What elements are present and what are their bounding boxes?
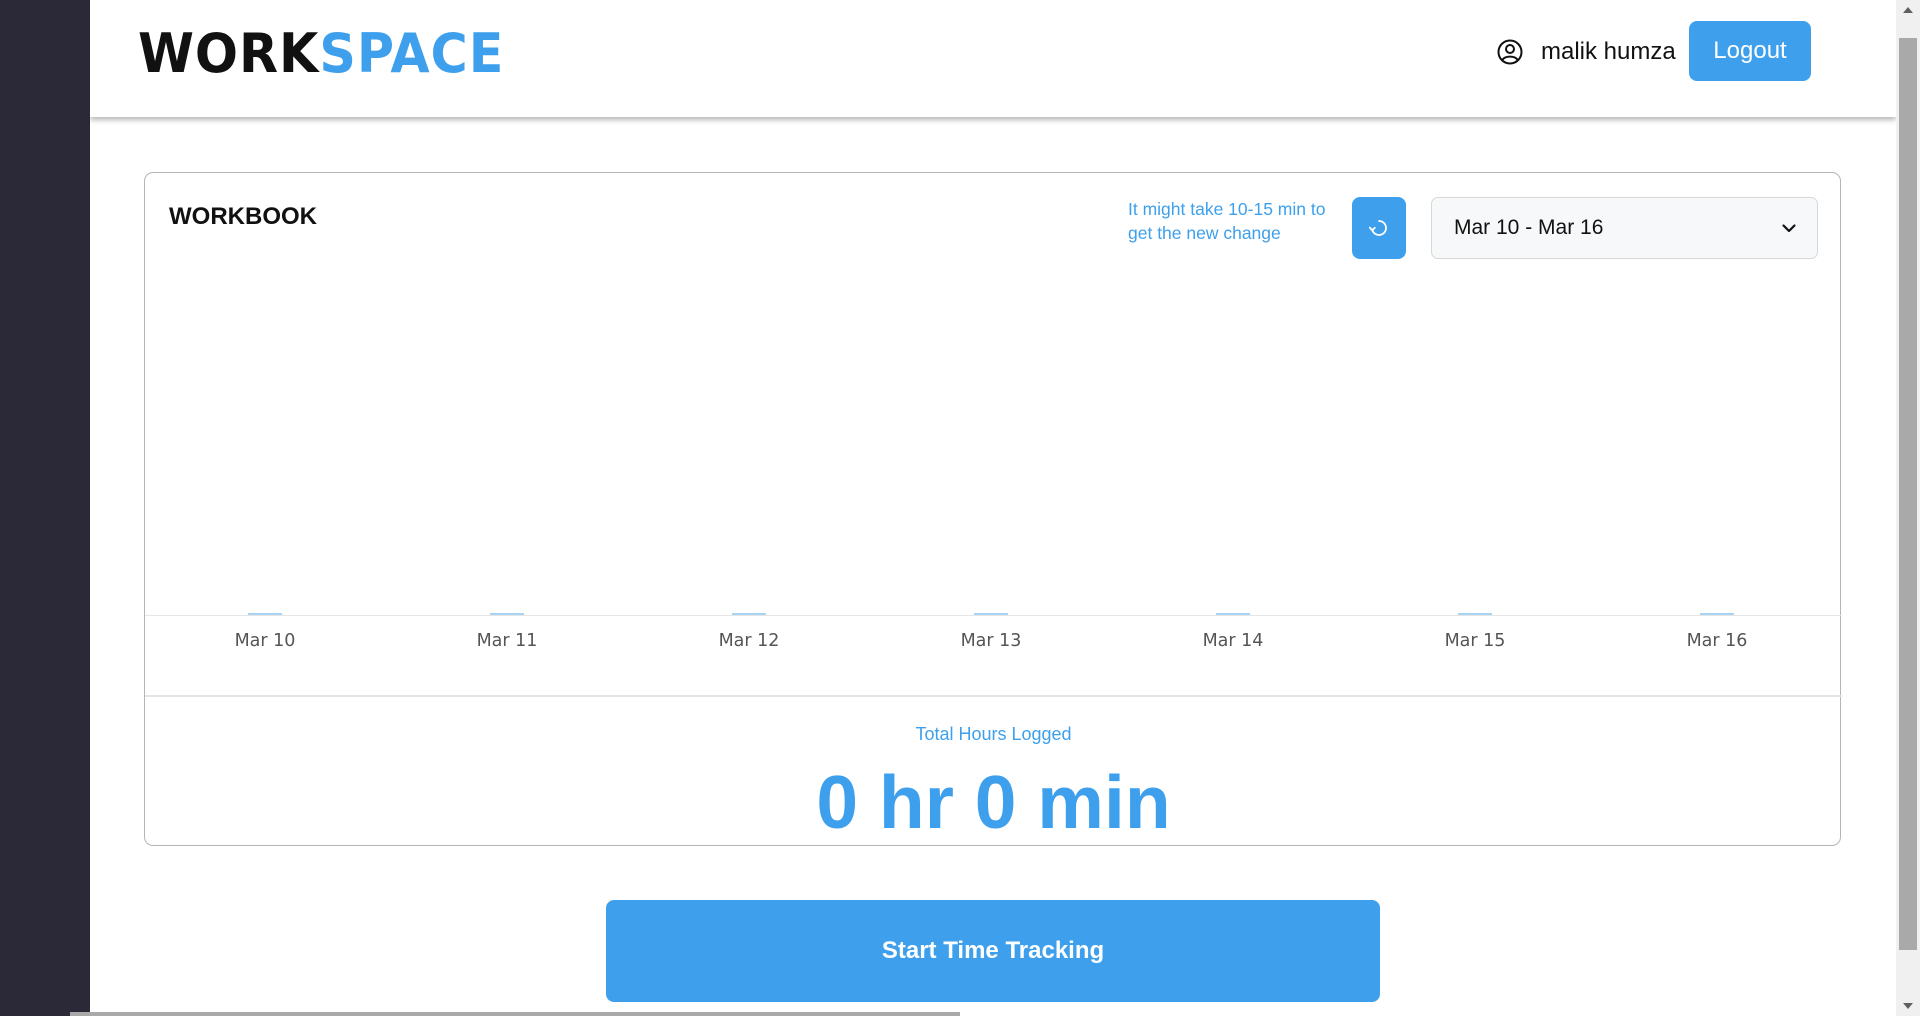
x-tick-label: Mar 15	[1444, 631, 1506, 651]
workbook-card: WORKBOOK It might take 10-15 min to get …	[144, 172, 1842, 846]
x-tick-label: Mar 16	[1686, 631, 1748, 651]
scrollbar-thumb[interactable]	[1899, 38, 1917, 950]
logout-button[interactable]: Logout	[1689, 21, 1811, 81]
total-hours-value: 0 hr 0 min	[816, 760, 1171, 844]
workspace-logo[interactable]: WORKSPACE	[138, 24, 504, 84]
user-name: malik humza	[1541, 38, 1676, 65]
horizontal-scrollbar-thumb[interactable]	[70, 1012, 960, 1016]
logo-text-dark: WORK	[138, 22, 320, 85]
x-tick-label: Mar 14	[1202, 631, 1264, 651]
top-navbar: WORKSPACE malik humza Logout	[90, 0, 1896, 117]
chart-bar	[732, 613, 766, 615]
scroll-up-arrow-icon[interactable]	[1896, 0, 1920, 20]
card-divider	[145, 695, 1842, 697]
x-tick-label: Mar 11	[476, 631, 538, 651]
hours-bar-chart: Mar 10 Mar 11 Mar 12 Mar 13 Mar 14 Mar 15 Mar …	[145, 173, 1842, 723]
x-tick-label: Mar 10	[234, 631, 296, 651]
user-circle-icon	[1496, 38, 1524, 66]
user-info: malik humza	[1496, 36, 1676, 68]
chart-baseline	[145, 615, 1842, 616]
chart-bar	[1216, 613, 1250, 615]
left-sidebar	[0, 0, 90, 1016]
chart-bar	[1700, 613, 1734, 615]
total-hours-label: Total Hours Logged	[915, 724, 1072, 744]
chart-bar	[490, 613, 524, 615]
chart-bar	[1458, 613, 1492, 615]
app-main: WORKSPACE malik humza Logout WORKBOOK It…	[90, 0, 1896, 1016]
x-tick-label: Mar 12	[718, 631, 780, 651]
chart-bar	[248, 613, 282, 615]
logo-text-accent: SPACE	[319, 22, 505, 85]
start-time-tracking-button[interactable]: Start Time Tracking	[606, 900, 1380, 1002]
vertical-scrollbar[interactable]	[1896, 0, 1920, 1016]
scroll-down-arrow-icon[interactable]	[1896, 996, 1920, 1016]
chart-bar	[974, 613, 1008, 615]
x-tick-label: Mar 13	[960, 631, 1022, 651]
